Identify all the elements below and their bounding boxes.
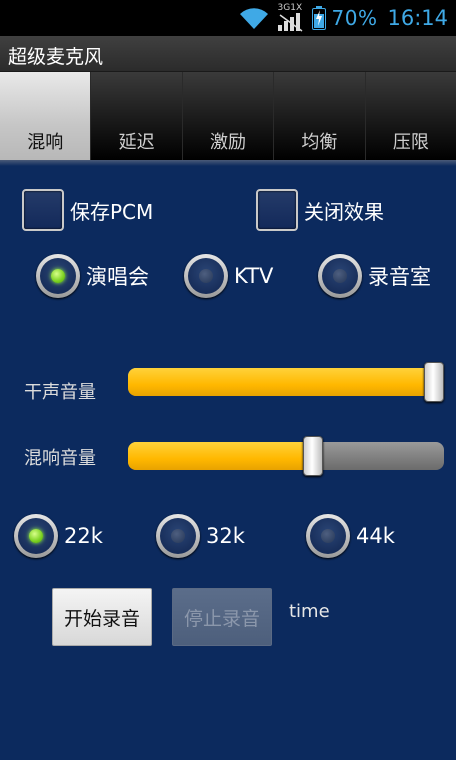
preset-ktv-radio[interactable]: KTV — [184, 254, 273, 298]
wifi-icon — [239, 8, 268, 30]
slider-thumb[interactable] — [303, 436, 323, 476]
radio-dot — [171, 529, 185, 543]
checkbox-box[interactable] — [22, 189, 64, 231]
tab-equalizer[interactable]: 均衡 — [274, 72, 366, 160]
battery-percent: 70% — [331, 6, 378, 30]
radio-button[interactable] — [306, 514, 350, 558]
network-type: 3G1X — [277, 3, 303, 13]
preset-studio-radio[interactable]: 录音室 — [318, 254, 431, 298]
sample-rate-label: 32k — [206, 524, 245, 548]
title-bar: 超级麦克风 — [0, 36, 456, 72]
radio-button[interactable] — [14, 514, 58, 558]
signal-icon: 3G1X — [276, 3, 306, 33]
sample-rate-label: 44k — [356, 524, 395, 548]
preset-label: KTV — [234, 264, 274, 288]
tab-bar: 混响 延迟 激励 均衡 压限 — [0, 72, 456, 160]
tab-limiter[interactable]: 压限 — [365, 72, 456, 160]
save-pcm-label: 保存PCM — [70, 199, 154, 224]
radio-button[interactable] — [318, 254, 362, 298]
slider-thumb[interactable] — [424, 362, 444, 402]
radio-dot — [333, 269, 347, 283]
radio-dot — [321, 529, 335, 543]
tab-exciter[interactable]: 激励 — [182, 72, 275, 160]
save-pcm-checkbox[interactable]: 保存PCM — [22, 189, 153, 231]
disable-effect-label: 关闭效果 — [304, 199, 384, 224]
slider-fill — [128, 442, 313, 470]
tab-label: 均衡 — [301, 132, 338, 153]
status-bar: 3G1X 70% 16:14 — [0, 0, 456, 36]
sample-rate-22k-radio[interactable]: 22k — [14, 514, 103, 558]
preset-concert-radio[interactable]: 演唱会 — [36, 254, 149, 298]
clock: 16:14 — [387, 6, 448, 30]
radio-dot — [29, 529, 43, 543]
reverb-volume-slider[interactable] — [128, 436, 444, 476]
radio-button[interactable] — [184, 254, 228, 298]
status-icons: 3G1X 70% 16:14 — [238, 0, 456, 36]
tab-label: 压限 — [392, 132, 429, 153]
tab-divider — [0, 160, 456, 166]
dry-volume-slider[interactable] — [128, 362, 444, 402]
tab-label: 延迟 — [118, 132, 155, 153]
tab-label: 激励 — [210, 132, 247, 153]
preset-label: 演唱会 — [86, 265, 149, 289]
reverb-volume-label: 混响音量 — [24, 448, 96, 469]
stop-record-button[interactable]: 停止录音 — [172, 588, 272, 646]
radio-dot — [199, 269, 213, 283]
tab-delay[interactable]: 延迟 — [91, 72, 183, 160]
tab-label: 混响 — [27, 132, 64, 153]
battery-icon — [311, 6, 326, 30]
radio-button[interactable] — [156, 514, 200, 558]
preset-label: 录音室 — [368, 265, 431, 289]
radio-dot — [51, 269, 65, 283]
start-record-button[interactable]: 开始录音 — [52, 588, 152, 646]
sample-rate-32k-radio[interactable]: 32k — [156, 514, 245, 558]
slider-fill — [128, 368, 434, 396]
tab-reverb[interactable]: 混响 — [0, 72, 92, 160]
sample-rate-44k-radio[interactable]: 44k — [306, 514, 395, 558]
time-label: time — [289, 601, 330, 622]
disable-effect-checkbox[interactable]: 关闭效果 — [256, 189, 384, 231]
radio-button[interactable] — [36, 254, 80, 298]
checkbox-box[interactable] — [256, 189, 298, 231]
app-title: 超级麦克风 — [8, 46, 104, 68]
sample-rate-label: 22k — [64, 524, 103, 548]
dry-volume-label: 干声音量 — [24, 382, 96, 403]
